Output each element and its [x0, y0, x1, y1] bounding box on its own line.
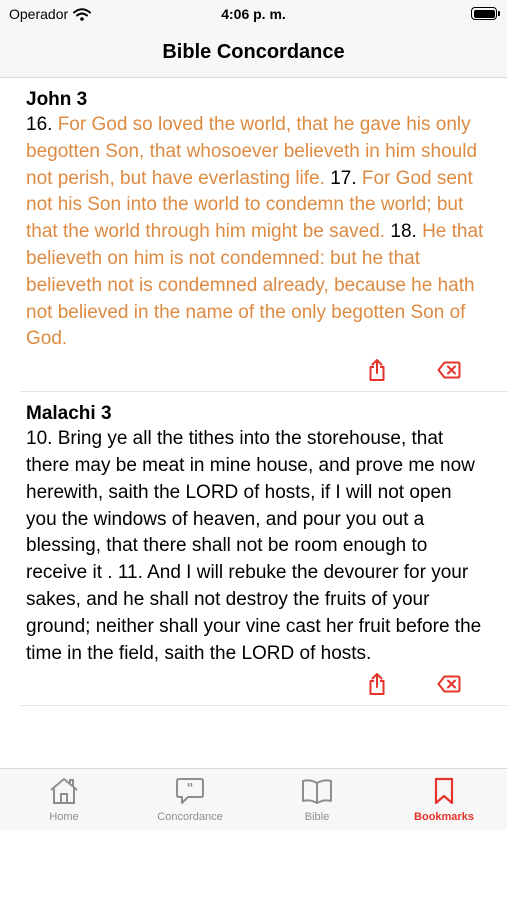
delete-backspace-icon — [437, 361, 461, 379]
entry-text: 16. For God so loved the world, that he … — [26, 112, 487, 353]
tab-label: Bookmarks — [414, 811, 474, 823]
tab-bible[interactable]: Bible — [257, 777, 377, 823]
bookmark-entry[interactable]: John 3 16. For God so loved the world, t… — [20, 78, 507, 393]
share-button[interactable] — [364, 357, 390, 383]
open-book-icon — [302, 779, 332, 804]
entry-text: 10. Bring ye all the tithes into the sto… — [26, 428, 482, 664]
tab-label: Concordance — [157, 811, 223, 823]
verse-number: 18. — [390, 221, 417, 243]
share-button[interactable] — [364, 671, 390, 697]
share-icon — [369, 359, 385, 382]
delete-button[interactable] — [436, 357, 462, 383]
tab-bookmarks[interactable]: Bookmarks — [384, 777, 504, 823]
quote-bubble-icon: " — [176, 778, 204, 804]
delete-button[interactable] — [436, 671, 462, 697]
tab-concordance[interactable]: " Concordance — [130, 777, 250, 823]
entry-reference: John 3 — [26, 89, 88, 110]
verse-number: 17. — [330, 167, 357, 189]
page-title: Bible Concordance — [162, 41, 345, 63]
bookmark-entry[interactable]: Malachi 3 10. Bring ye all the tithes in… — [20, 392, 507, 707]
tab-bar: Home " Concordance Bible Bookmarks — [0, 768, 507, 830]
verse-number: 16. — [26, 114, 53, 135]
tab-home[interactable]: Home — [4, 777, 124, 823]
bookmark-icon — [434, 777, 454, 805]
tab-label: Home — [49, 811, 79, 823]
bookmarks-list[interactable]: John 3 16. For God so loved the world, t… — [0, 78, 507, 768]
svg-text:": " — [187, 782, 194, 797]
status-time: 4:06 p. m. — [221, 6, 286, 22]
entry-actions — [26, 667, 487, 705]
tab-label: Bible — [304, 811, 330, 823]
delete-backspace-icon — [437, 675, 461, 693]
entry-actions — [26, 353, 487, 391]
navigation-bar: Bible Concordance — [0, 28, 507, 78]
battery-icon — [471, 7, 500, 20]
entry-reference: Malachi 3 — [26, 403, 112, 425]
status-bar: Operador 4:06 p. m. — [0, 0, 507, 28]
share-icon — [369, 673, 385, 696]
house-icon — [50, 778, 78, 804]
